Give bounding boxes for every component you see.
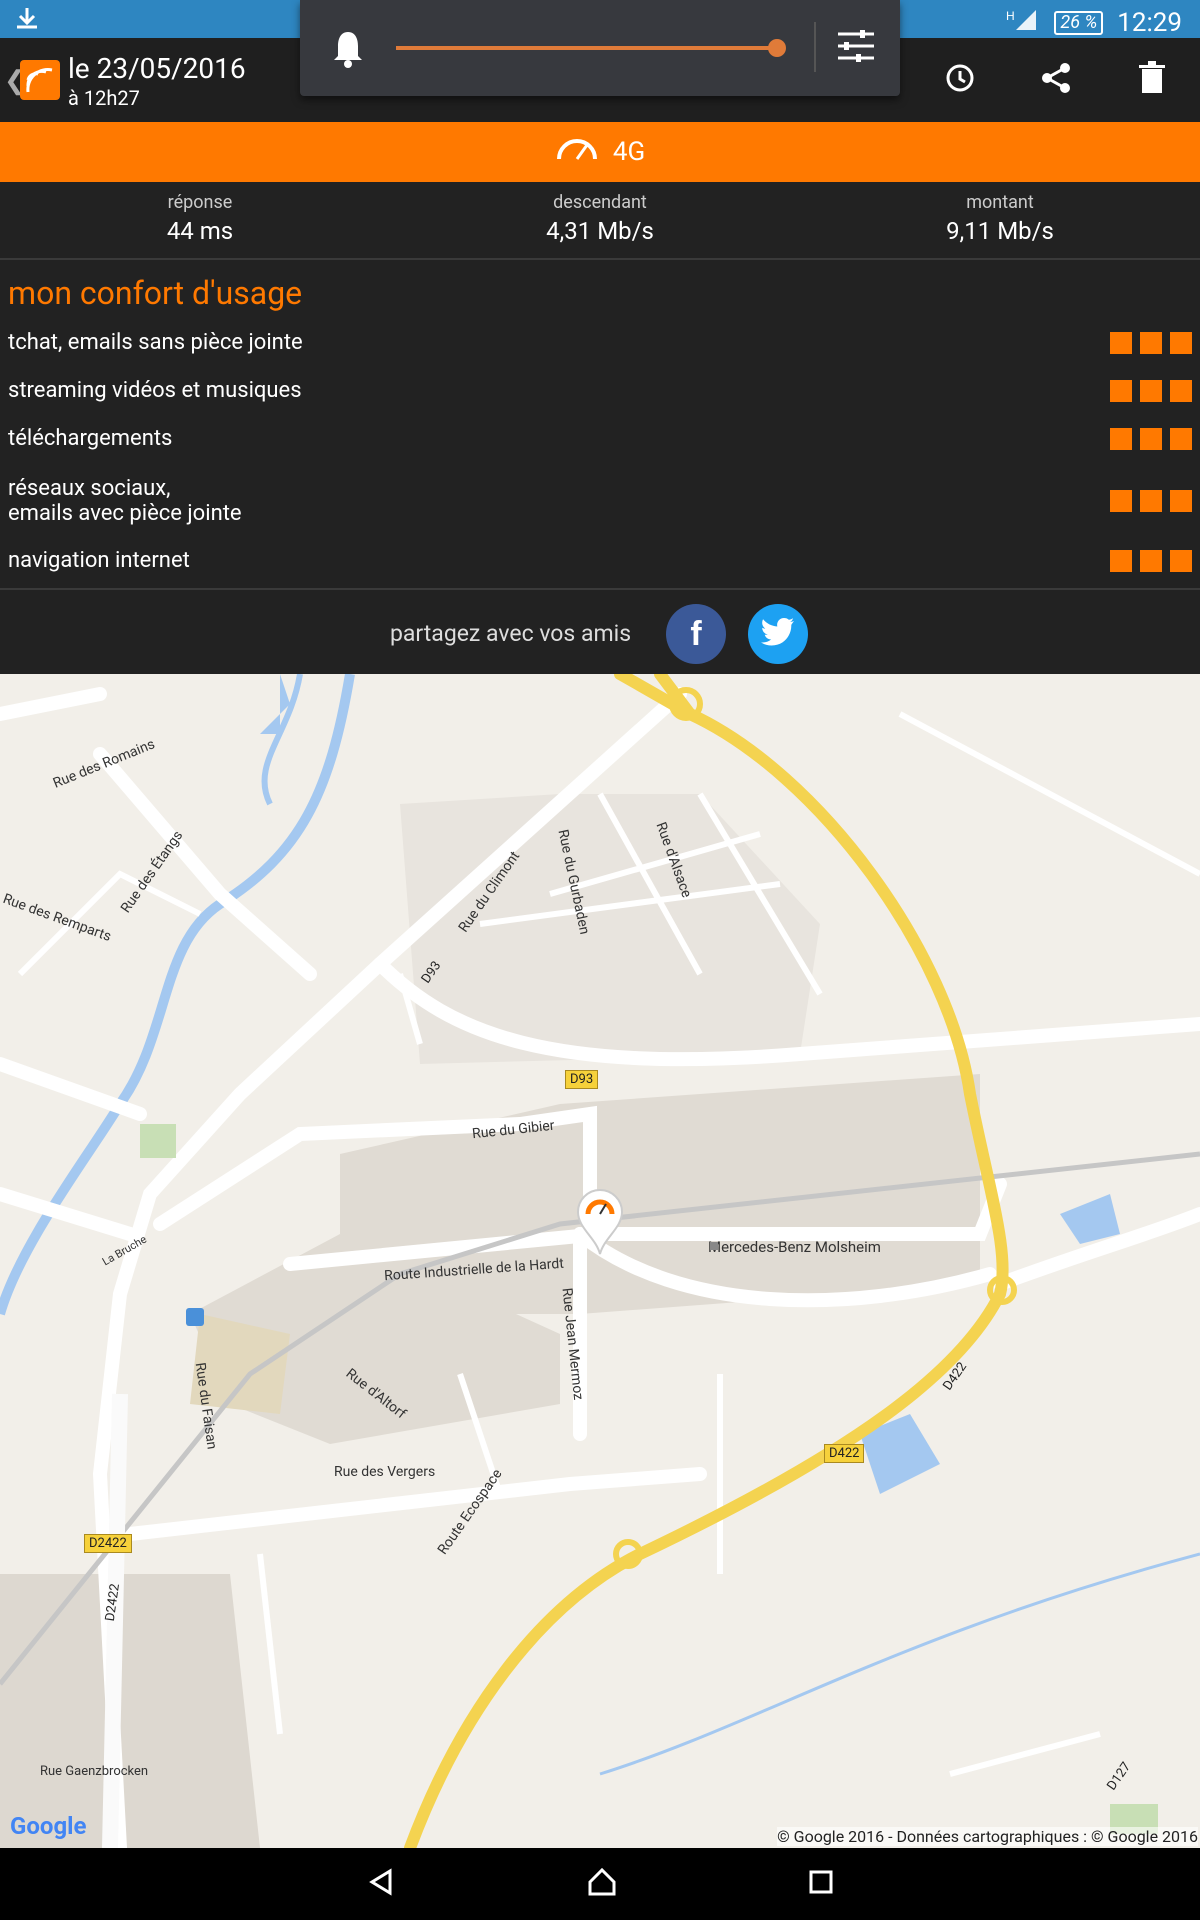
- comfort-row: streaming vidéos et musiques: [8, 378, 1192, 403]
- level-indicator: [1110, 427, 1192, 450]
- street-label: Rue Gaenzbrocken: [40, 1764, 149, 1779]
- level-indicator: [1110, 490, 1192, 512]
- trash-icon: [1137, 61, 1167, 99]
- share-icon: [1039, 61, 1073, 99]
- navigation-bar: [0, 1848, 1200, 1920]
- level-indicator: [1110, 549, 1192, 572]
- network-banner: 4G: [0, 122, 1200, 182]
- road-shield: D93: [565, 1070, 599, 1089]
- stat-latency: réponse 44 ms: [0, 182, 400, 258]
- test-date: le 23/05/2016: [68, 52, 246, 85]
- place-marker-icon[interactable]: [710, 1242, 718, 1250]
- stat-value: 4,31 Mb/s: [546, 217, 654, 245]
- place-label[interactable]: Mercedes-Benz Molsheim: [708, 1238, 881, 1256]
- divider: [814, 22, 816, 72]
- stat-label: réponse: [167, 192, 233, 213]
- level-indicator: [1110, 379, 1192, 402]
- share-button[interactable]: [1008, 38, 1104, 122]
- share-text: partagez avec vos amis: [390, 620, 632, 647]
- delete-button[interactable]: [1104, 38, 1200, 122]
- level-indicator: [1110, 331, 1192, 354]
- volume-popup: [300, 0, 900, 96]
- bus-stop-icon[interactable]: [186, 1308, 204, 1326]
- comfort-section: mon confort d'usage tchat, emails sans p…: [0, 260, 1200, 588]
- facebook-icon: f: [690, 614, 702, 653]
- settings-sliders-icon[interactable]: [836, 26, 876, 70]
- street-label: Rue des Vergers: [334, 1464, 436, 1480]
- road-shield: D422: [824, 1444, 865, 1463]
- stat-upload: montant 9,11 Mb/s: [800, 182, 1200, 258]
- facebook-button[interactable]: f: [666, 604, 726, 664]
- twitter-button[interactable]: [748, 604, 808, 664]
- stat-label: descendant: [553, 192, 647, 213]
- google-logo: Google: [10, 1812, 87, 1840]
- stat-label: montant: [966, 192, 1034, 213]
- map-view[interactable]: Rue des Romains Rue des Remparts Rue des…: [0, 674, 1200, 1848]
- clock: 12:29: [1117, 7, 1182, 38]
- download-icon: [14, 6, 40, 34]
- svg-text:H: H: [1006, 9, 1015, 23]
- comfort-label: navigation internet: [8, 548, 190, 573]
- stat-value: 9,11 Mb/s: [946, 217, 1054, 245]
- speed-stats: réponse 44 ms descendant 4,31 Mb/s monta…: [0, 182, 1200, 260]
- volume-slider[interactable]: [396, 46, 776, 50]
- twitter-icon: [761, 618, 795, 650]
- comfort-row: téléchargements: [8, 426, 1192, 451]
- battery-indicator: 26 %: [1054, 10, 1104, 35]
- share-section: partagez avec vos amis f: [0, 588, 1200, 676]
- history-icon: [943, 61, 977, 99]
- test-time: à 12h27: [68, 86, 140, 110]
- comfort-row: réseaux sociaux, emails avec pièce jointe: [8, 476, 1192, 526]
- comfort-label: streaming vidéos et musiques: [8, 378, 302, 403]
- comfort-row: navigation internet: [8, 548, 1192, 573]
- section-title: mon confort d'usage: [8, 274, 303, 312]
- stat-value: 44 ms: [166, 217, 234, 245]
- signal-icon: H: [1006, 6, 1040, 39]
- history-button[interactable]: [912, 38, 1008, 122]
- map-copyright: © Google 2016 - Données cartographiques …: [777, 1827, 1198, 1846]
- network-type: 4G: [612, 137, 646, 167]
- comfort-label: téléchargements: [8, 426, 173, 451]
- comfort-row: tchat, emails sans pièce jointe: [8, 330, 1192, 355]
- comfort-label: réseaux sociaux, emails avec pièce jointe: [8, 476, 242, 526]
- volume-slider-thumb[interactable]: [768, 39, 786, 57]
- comfort-label: tchat, emails sans pièce jointe: [8, 330, 303, 355]
- home-icon[interactable]: [586, 1866, 618, 1902]
- speedometer-icon: [555, 137, 599, 168]
- stat-download: descendant 4,31 Mb/s: [400, 182, 800, 258]
- back-icon[interactable]: [366, 1867, 396, 1901]
- recent-apps-icon[interactable]: [808, 1869, 834, 1899]
- app-logo[interactable]: [20, 60, 60, 100]
- bell-icon: [330, 28, 366, 72]
- road-shield: D2422: [84, 1534, 132, 1553]
